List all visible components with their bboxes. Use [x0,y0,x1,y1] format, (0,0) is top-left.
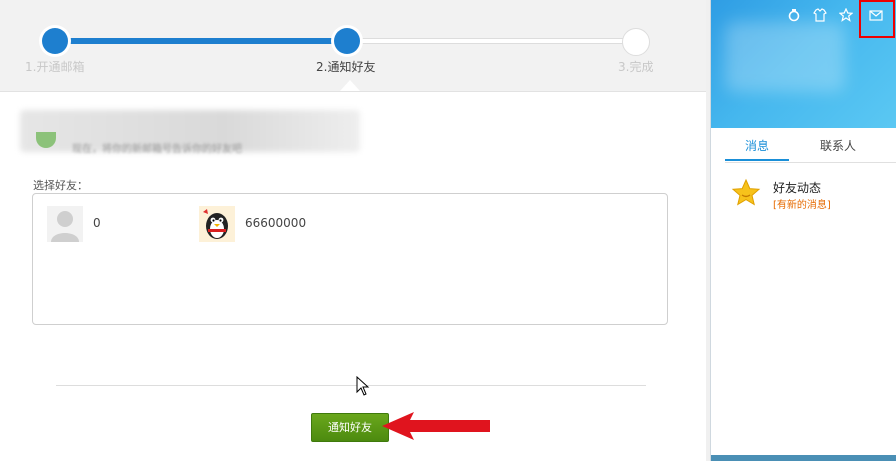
select-friends-label: 选择好友： [33,179,88,192]
notify-friends-button[interactable]: 通知好友 [311,413,389,442]
qq-bottom-bar [711,455,896,461]
qq-side-panel: 消息 联系人 好友动态 [有新的消息] [710,0,896,461]
friend-feed-item[interactable]: 好友动态 [有新的消息] [731,176,891,216]
step3-dot [622,28,650,56]
friend-list: 0 66600000 [32,193,668,325]
highlight-box [859,0,895,38]
step2-dot [334,28,360,54]
default-avatar-icon [47,206,83,242]
step2-label: 2.通知好友 [316,60,376,74]
penguin-avatar-icon [199,206,235,242]
friend-name: 66600000 [245,216,307,230]
shirt-icon[interactable] [813,8,827,22]
progress-track-remaining [348,38,636,44]
divider [56,385,646,386]
step1-label: 1.开通邮箱 [25,60,85,74]
blurred-profile [725,22,845,92]
current-step-caret [340,80,360,91]
intro-text: 现在，将你的新邮箱号告诉你的好友吧 [72,144,242,155]
tab-contacts[interactable]: 联系人 [820,137,856,154]
progress-track-done [56,38,348,44]
feed-subtitle: [有新的消息] [773,200,831,211]
tools-icon[interactable] [787,8,801,22]
main-panel: 1.开通邮箱 2.通知好友 3.完成 现在，将你的新邮箱号告诉你的好友吧 选择好… [0,0,706,461]
star-icon [731,178,761,206]
feed-title: 好友动态 [773,181,822,195]
active-tab-indicator [725,159,789,161]
qq-tabs: 消息 联系人 [725,128,896,163]
tab-messages[interactable]: 消息 [745,137,769,154]
qq-profile-header [711,0,896,128]
mouse-cursor-icon [356,376,370,396]
step3-label: 3.完成 [618,60,654,74]
star-icon[interactable] [839,8,853,22]
friend-name: 0 [93,216,101,230]
step1-dot [42,28,68,54]
step-progress-bar: 1.开通邮箱 2.通知好友 3.完成 [0,0,706,92]
red-arrow-icon [382,412,490,440]
